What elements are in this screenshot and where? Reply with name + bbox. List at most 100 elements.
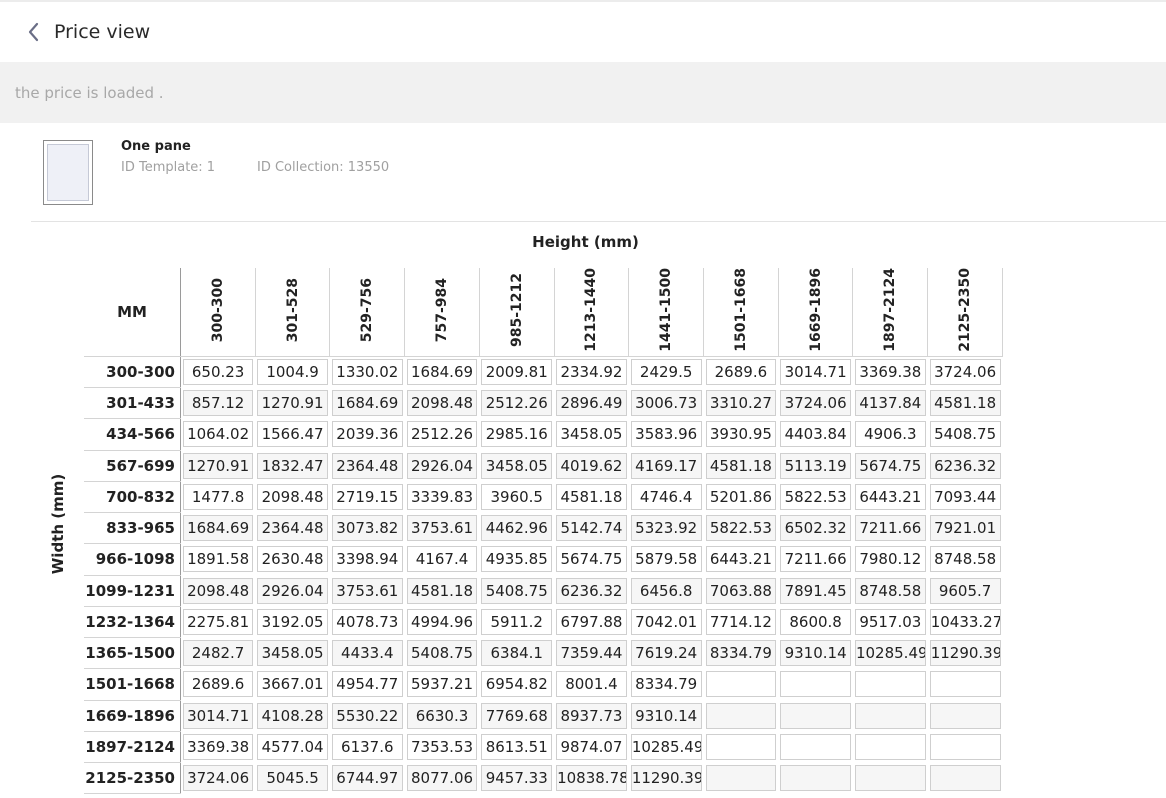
price-value[interactable]: 5323.92 (630, 515, 702, 542)
price-value[interactable]: 1330.02 (331, 359, 403, 386)
price-value[interactable]: 2985.16 (481, 421, 553, 448)
price-value[interactable]: 5937.21 (406, 671, 478, 698)
price-value[interactable]: 650.23 (183, 359, 254, 386)
price-value[interactable]: 3583.96 (630, 421, 702, 448)
price-value[interactable]: 5113.19 (780, 452, 851, 479)
price-value[interactable]: 2429.5 (630, 359, 702, 386)
price-value[interactable] (780, 765, 851, 792)
price-value[interactable]: 6954.82 (481, 671, 553, 698)
price-value[interactable]: 1064.02 (183, 421, 254, 448)
price-value[interactable]: 6502.32 (780, 515, 851, 542)
price-value[interactable]: 1270.91 (257, 390, 328, 417)
price-value[interactable]: 2689.6 (705, 359, 777, 386)
price-value[interactable]: 9605.7 (929, 577, 1001, 604)
price-value[interactable]: 4577.04 (257, 733, 328, 760)
price-value[interactable]: 1004.9 (257, 359, 328, 386)
price-value[interactable]: 7353.53 (406, 733, 478, 760)
price-value[interactable]: 8077.06 (406, 765, 478, 792)
price-value[interactable] (929, 765, 1001, 792)
price-value[interactable]: 4019.62 (556, 452, 627, 479)
price-value[interactable] (780, 733, 851, 760)
price-value[interactable]: 4935.85 (481, 546, 553, 573)
price-value[interactable]: 6797.88 (556, 608, 627, 635)
price-value[interactable]: 1891.58 (183, 546, 254, 573)
price-value[interactable]: 6443.21 (854, 483, 926, 510)
price-value[interactable]: 2098.48 (406, 390, 478, 417)
price-value[interactable]: 4906.3 (854, 421, 926, 448)
price-value[interactable]: 6384.1 (481, 640, 553, 667)
price-value[interactable]: 9310.14 (630, 702, 702, 729)
price-value[interactable]: 3458.05 (481, 452, 553, 479)
price-value[interactable]: 3192.05 (257, 608, 328, 635)
price-value[interactable]: 1270.91 (183, 452, 254, 479)
price-value[interactable]: 3753.61 (331, 577, 403, 604)
price-value[interactable]: 4954.77 (331, 671, 403, 698)
price-value[interactable]: 3014.71 (183, 702, 254, 729)
price-value[interactable]: 8334.79 (630, 671, 702, 698)
price-value[interactable]: 2039.36 (331, 421, 403, 448)
price-value[interactable]: 8613.51 (481, 733, 553, 760)
price-value[interactable] (780, 671, 851, 698)
price-value[interactable]: 5911.2 (481, 608, 553, 635)
price-value[interactable]: 5408.75 (406, 640, 478, 667)
price-value[interactable]: 5530.22 (331, 702, 403, 729)
price-value[interactable]: 8001.4 (556, 671, 627, 698)
price-value[interactable]: 3724.06 (929, 359, 1001, 386)
price-value[interactable]: 11290.39 (929, 640, 1001, 667)
price-value[interactable]: 7063.88 (705, 577, 777, 604)
price-value[interactable]: 5879.58 (630, 546, 702, 573)
price-value[interactable] (854, 702, 926, 729)
price-value[interactable] (854, 671, 926, 698)
price-value[interactable]: 7211.66 (780, 546, 851, 573)
price-value[interactable]: 2512.26 (406, 421, 478, 448)
price-value[interactable]: 5822.53 (780, 483, 851, 510)
price-value[interactable]: 2512.26 (481, 390, 553, 417)
price-value[interactable]: 9874.07 (556, 733, 627, 760)
price-value[interactable]: 3458.05 (556, 421, 627, 448)
price-value[interactable]: 3369.38 (183, 733, 254, 760)
price-value[interactable] (705, 671, 777, 698)
price-value[interactable]: 3753.61 (406, 515, 478, 542)
price-value[interactable]: 4433.4 (331, 640, 403, 667)
price-value[interactable]: 3006.73 (630, 390, 702, 417)
price-value[interactable]: 5201.86 (705, 483, 777, 510)
price-value[interactable]: 3073.82 (331, 515, 403, 542)
price-value[interactable]: 8334.79 (705, 640, 777, 667)
price-value[interactable]: 11290.39 (630, 765, 702, 792)
price-value[interactable]: 7921.01 (929, 515, 1001, 542)
price-value[interactable]: 2098.48 (183, 577, 254, 604)
price-value[interactable]: 7211.66 (854, 515, 926, 542)
price-value[interactable]: 4462.96 (481, 515, 553, 542)
price-value[interactable]: 3960.5 (481, 483, 553, 510)
price-value[interactable]: 4581.18 (406, 577, 478, 604)
price-value[interactable]: 1684.69 (183, 515, 254, 542)
price-value[interactable] (705, 733, 777, 760)
back-button[interactable] (24, 22, 44, 42)
price-value[interactable]: 2275.81 (183, 608, 254, 635)
price-value[interactable]: 2926.04 (406, 452, 478, 479)
price-value[interactable]: 3458.05 (257, 640, 328, 667)
price-value[interactable] (854, 765, 926, 792)
price-value[interactable]: 10285.49 (630, 733, 702, 760)
price-value[interactable]: 3014.71 (780, 359, 851, 386)
price-value[interactable]: 5674.75 (854, 452, 926, 479)
price-value[interactable]: 1832.47 (257, 452, 328, 479)
price-value[interactable]: 10838.78 (556, 765, 627, 792)
price-value[interactable]: 3310.27 (705, 390, 777, 417)
price-value[interactable]: 6456.8 (630, 577, 702, 604)
price-value[interactable]: 6744.97 (331, 765, 403, 792)
price-value[interactable]: 7980.12 (854, 546, 926, 573)
price-value[interactable]: 2630.48 (257, 546, 328, 573)
price-value[interactable]: 4167.4 (406, 546, 478, 573)
price-value[interactable]: 2009.81 (481, 359, 553, 386)
price-value[interactable]: 2482.7 (183, 640, 254, 667)
price-value[interactable]: 7714.12 (705, 608, 777, 635)
price-value[interactable]: 9517.03 (854, 608, 926, 635)
price-value[interactable]: 4746.4 (630, 483, 702, 510)
price-value[interactable]: 2896.49 (556, 390, 627, 417)
price-value[interactable]: 7619.24 (630, 640, 702, 667)
price-value[interactable] (929, 733, 1001, 760)
price-value[interactable]: 2364.48 (257, 515, 328, 542)
price-value[interactable]: 8748.58 (929, 546, 1001, 573)
price-value[interactable] (929, 671, 1001, 698)
